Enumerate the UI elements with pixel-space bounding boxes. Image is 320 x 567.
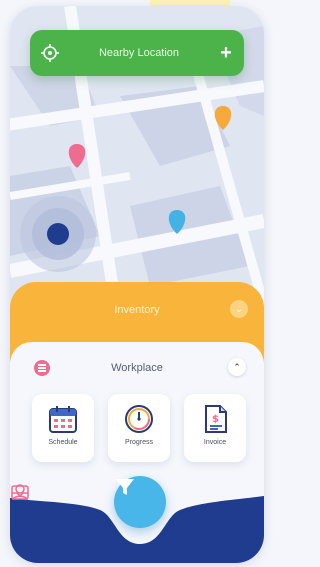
inventory-label: Inventory bbox=[114, 304, 160, 316]
schedule-card[interactable]: Schedule bbox=[32, 394, 94, 462]
bottom-nav bbox=[10, 476, 264, 563]
header-title: Nearby Location bbox=[98, 47, 180, 59]
filter-icon bbox=[116, 479, 134, 495]
invoice-label: Invoice bbox=[203, 439, 227, 446]
invoice-card[interactable]: $ Invoice bbox=[184, 394, 246, 462]
workplace-header[interactable]: Workplace ⌃ bbox=[10, 354, 264, 380]
invoice-icon: $ bbox=[205, 405, 227, 433]
location-target-icon[interactable] bbox=[30, 30, 70, 76]
schedule-label: Schedule bbox=[48, 439, 78, 446]
calendar-icon bbox=[49, 406, 77, 433]
add-button[interactable]: + bbox=[208, 42, 244, 65]
nearby-location-bar[interactable]: Nearby Location + bbox=[30, 30, 244, 76]
clock-icon bbox=[125, 405, 153, 433]
progress-card[interactable]: Progress bbox=[108, 394, 170, 462]
filter-button[interactable] bbox=[114, 476, 166, 528]
chevron-down-icon[interactable]: ⌄ bbox=[230, 300, 248, 318]
workplace-label: Workplace bbox=[111, 362, 163, 374]
progress-label: Progress bbox=[124, 439, 153, 446]
profile-icon[interactable] bbox=[10, 482, 30, 502]
svg-text:$: $ bbox=[212, 414, 219, 425]
phone-frame: Nearby Location + Inventory ⌄ Workplace … bbox=[10, 6, 264, 563]
chevron-up-icon[interactable]: ⌃ bbox=[228, 358, 246, 376]
workplace-cards: Schedule Progress $ Invoice bbox=[32, 394, 246, 464]
